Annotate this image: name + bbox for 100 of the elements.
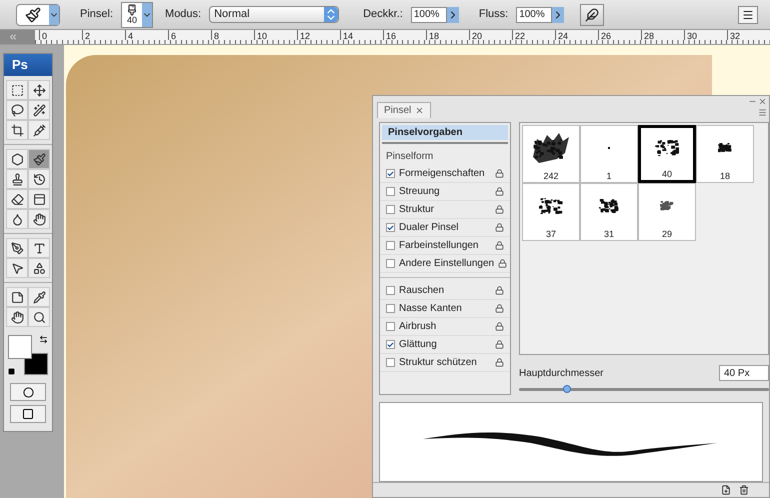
brush-tip-drawing [599,198,619,214]
brush-option-item[interactable]: Farbeinstellungen [380,237,510,255]
close-icon[interactable] [415,106,424,115]
brush-tip-tile[interactable]: 31 [580,183,638,241]
flow-field[interactable]: 100% [516,6,552,22]
lock-icon[interactable] [495,322,504,331]
checkbox[interactable] [386,187,395,196]
brush-tip-size: 29 [662,228,672,240]
tool-button[interactable] [6,238,28,258]
tool-button[interactable] [28,287,50,307]
trash-icon[interactable] [739,485,749,495]
tool-button[interactable] [6,169,28,189]
checkbox[interactable] [386,286,395,295]
checkbox[interactable] [386,169,395,178]
brush-picker[interactable]: 40 [121,2,154,28]
lock-icon[interactable] [498,259,508,268]
palette-menu-button[interactable] [738,6,758,24]
tool-button[interactable] [28,80,50,100]
brush-option-item[interactable]: Andere Einstellungen [380,255,510,273]
slider-thumb[interactable] [562,385,570,393]
background-color-swatch[interactable] [24,353,48,375]
checkbox[interactable] [386,358,395,367]
checkbox[interactable] [386,259,395,268]
brush-option-item[interactable]: Dualer Pinsel [380,219,510,237]
collapse-icon[interactable] [8,32,18,42]
lock-icon[interactable] [495,169,504,178]
brush-option-item[interactable]: Struktur schützen [380,354,510,372]
brush-tip-shape-item[interactable]: Pinselform [380,148,510,165]
tool-button[interactable] [28,169,50,189]
brush-option-item[interactable]: Streuung [380,183,510,201]
lock-icon[interactable] [495,358,504,367]
brush-presets-item[interactable]: Pinselvorgaben [382,125,508,140]
diameter-field[interactable]: 40 Px [719,365,769,381]
checkbox[interactable] [386,322,395,331]
note-icon [10,290,24,304]
lock-icon[interactable] [495,187,504,196]
brush-option-item[interactable]: Struktur [380,201,510,219]
new-preset-icon[interactable] [721,485,731,495]
quick-mask-button[interactable] [10,383,46,401]
lock-icon[interactable] [495,340,504,349]
pen-icon [10,242,24,254]
brush-option-item[interactable]: Formeigenschaften [380,165,510,183]
tool-button[interactable] [6,149,28,169]
lock-icon[interactable] [495,286,504,295]
caret-icon [49,4,59,24]
checkbox[interactable] [386,223,395,232]
tool-button[interactable] [6,307,28,327]
brush-tip-tile[interactable]: 18 [696,125,754,183]
checkbox[interactable] [386,304,395,313]
brush-tip-tile[interactable]: 29 [638,183,696,241]
tool-button[interactable] [6,209,28,229]
brush-option-item[interactable]: Glättung [380,336,510,354]
tool-button[interactable] [28,258,50,278]
mode-select[interactable]: Normal [209,6,340,23]
tool-button[interactable] [6,100,28,120]
tool-button[interactable] [28,238,50,258]
lock-icon[interactable] [495,205,504,214]
lock-icon[interactable] [495,223,504,232]
panel-tab[interactable]: Pinsel [377,102,432,118]
brush-tip-tile[interactable]: 242 [522,125,580,183]
tool-button[interactable] [6,258,28,278]
foreground-color-swatch[interactable] [8,335,32,359]
panel-menu-icon[interactable] [758,108,767,117]
default-colors-icon[interactable] [8,368,15,375]
option-label: Streuung [399,185,441,199]
tool-button[interactable] [6,287,28,307]
opacity-field[interactable]: 100% [410,6,447,22]
tool-preset-picker[interactable] [16,4,60,26]
tool-button[interactable] [28,100,50,120]
brush-option-item[interactable]: Nasse Kanten [380,300,510,318]
check-icon [387,340,394,350]
diameter-slider[interactable] [519,384,769,394]
opacity-label: Deckkr.: [363,7,403,22]
tool-button[interactable] [6,80,28,100]
tool-button[interactable] [28,307,50,327]
option-label: Formeigenschaften [399,167,486,181]
brush-tip-tile[interactable]: 37 [522,183,580,241]
tool-button[interactable] [6,189,28,209]
tool-button[interactable] [6,120,28,140]
brush-tip-size: 31 [604,228,614,240]
airbrush-button[interactable] [580,4,604,26]
brush-tip-tile[interactable]: 1 [580,125,638,183]
close-icon[interactable] [758,97,767,106]
tool-button[interactable] [28,189,50,209]
lock-icon[interactable] [495,241,504,250]
screen-mode-button[interactable] [10,405,46,423]
tool-button[interactable] [28,149,50,169]
checkbox[interactable] [386,340,395,349]
brush-option-item[interactable]: Rauschen [380,282,510,300]
tool-button[interactable] [28,209,50,229]
checkbox[interactable] [386,205,395,214]
swap-colors-icon[interactable] [39,335,48,344]
brush-tip-tile[interactable]: 40 [638,125,696,183]
brush-option-item[interactable]: Airbrush [380,318,510,336]
lock-icon[interactable] [495,304,504,313]
brush-icon [25,6,41,22]
tool-button[interactable] [28,120,50,140]
checkbox[interactable] [386,241,395,250]
check-icon [387,222,394,232]
feather-icon [585,8,600,22]
